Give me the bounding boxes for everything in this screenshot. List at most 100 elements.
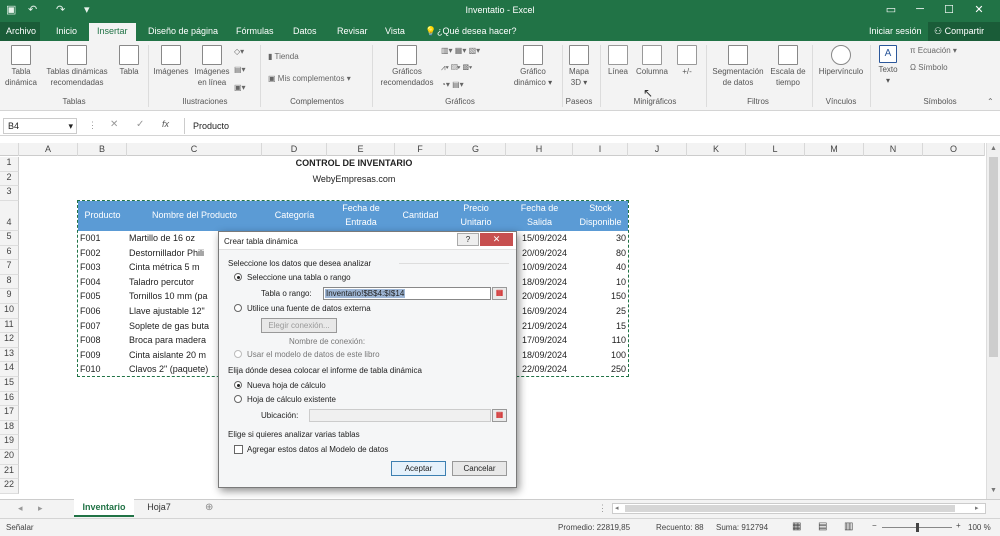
sparkline-linea-button[interactable]: Línea: [604, 45, 632, 77]
zoom-level[interactable]: 100 %: [968, 523, 991, 532]
cell-fecha-salida[interactable]: 22/09/2024: [522, 364, 567, 374]
signin-link[interactable]: Iniciar sesión: [869, 26, 922, 36]
sheet-tab-hoja7[interactable]: Hoja7: [138, 502, 180, 512]
cell-codigo[interactable]: F006: [80, 306, 101, 316]
zoom-handle[interactable]: [916, 523, 919, 532]
row-header[interactable]: 15: [0, 377, 19, 392]
column-chart-icon[interactable]: ▥▾ ▦▾ ▧▾: [441, 46, 480, 55]
page-break-icon[interactable]: ▥: [844, 521, 853, 532]
tab-archivo[interactable]: Archivo: [0, 22, 40, 41]
range-input[interactable]: Inventario!$B$4:$I$14: [323, 287, 491, 300]
cell-stock[interactable]: 40: [573, 262, 626, 272]
ribbon-display-icon[interactable]: ▭: [882, 3, 900, 16]
scroll-down-icon[interactable]: ▼: [990, 487, 997, 494]
smartart-icon[interactable]: ▤▾: [234, 65, 246, 74]
insert-function-icon[interactable]: fx: [162, 119, 169, 129]
collapse-ribbon-icon[interactable]: ⌃: [987, 97, 994, 106]
graficos-recomendados-button[interactable]: Gráficos recomendados: [376, 45, 438, 88]
row-header[interactable]: 6: [0, 245, 19, 261]
horizontal-scrollbar[interactable]: ◂ ▸: [612, 503, 986, 514]
column-header[interactable]: K: [687, 143, 746, 156]
tabla-dinamica-button[interactable]: Tabla dinámica: [4, 45, 38, 88]
hscroll-thumb[interactable]: [625, 505, 955, 512]
scroll-right-icon[interactable]: ▸: [975, 504, 979, 512]
collapse-range-button[interactable]: ▦: [492, 287, 507, 300]
simbolo-button[interactable]: Ω Símbolo: [910, 63, 948, 72]
splitter-icon[interactable]: ⋮: [598, 503, 607, 514]
dialog-close-button[interactable]: ✕: [480, 233, 513, 246]
row-header[interactable]: 16: [0, 391, 19, 407]
cell-nombre[interactable]: Soplete de gas buta: [129, 321, 224, 331]
accept-button[interactable]: Aceptar: [391, 461, 446, 476]
cell-stock[interactable]: 100: [573, 350, 626, 360]
cell-stock[interactable]: 250: [573, 364, 626, 374]
scrollbar-thumb[interactable]: [989, 157, 998, 357]
cell-codigo[interactable]: F004: [80, 277, 101, 287]
imagenes-button[interactable]: Imágenes: [151, 45, 191, 77]
shapes-icon[interactable]: ◇▾: [234, 47, 244, 56]
column-header[interactable]: J: [628, 143, 687, 156]
cell-nombre[interactable]: Clavos 2" (paquete): [129, 364, 224, 374]
tab-diseno-pagina[interactable]: Diseño de página: [148, 26, 218, 36]
tab-datos[interactable]: Datos: [293, 26, 317, 36]
row-header[interactable]: 8: [0, 274, 19, 290]
cell-stock[interactable]: 10: [573, 277, 626, 287]
cell-fecha-salida[interactable]: 21/09/2024: [522, 321, 567, 331]
cell-codigo[interactable]: F003: [80, 262, 101, 272]
row-header[interactable]: 4: [0, 200, 19, 231]
cell-nombre[interactable]: Taladro percutor: [129, 277, 224, 287]
normal-view-icon[interactable]: ▦: [792, 521, 801, 532]
minimize-icon[interactable]: ─: [911, 3, 929, 15]
row-header[interactable]: 5: [0, 231, 19, 246]
formula-input[interactable]: Producto: [184, 118, 996, 134]
next-sheet-icon[interactable]: ▸: [38, 503, 43, 514]
cell-codigo[interactable]: F002: [80, 248, 101, 258]
row-header[interactable]: 1: [0, 157, 19, 172]
cell-nombre[interactable]: Tornillos 10 mm (pa: [129, 291, 224, 301]
tell-me-input[interactable]: ¿Qué desea hacer?: [437, 26, 517, 36]
radio-select-range[interactable]: [234, 273, 242, 281]
add-model-checkbox[interactable]: [234, 445, 243, 454]
row-header[interactable]: 22: [0, 479, 19, 494]
row-header[interactable]: 2: [0, 171, 19, 187]
tab-formulas[interactable]: Fórmulas: [236, 26, 274, 36]
line-chart-icon[interactable]: ⩘▾ ▨▾ ▩▾: [441, 63, 472, 73]
cell-nombre[interactable]: Martillo de 16 oz: [129, 233, 224, 243]
cell-nombre[interactable]: Broca para madera: [129, 335, 224, 345]
row-header[interactable]: 11: [0, 318, 19, 334]
radio-existing-sheet[interactable]: [234, 395, 242, 403]
radio-external-source[interactable]: [234, 304, 242, 312]
scroll-up-icon[interactable]: ▲: [990, 145, 997, 152]
escala-tiempo-button[interactable]: Escala de tiempo: [768, 45, 808, 88]
row-header[interactable]: 19: [0, 435, 19, 450]
row-header[interactable]: 9: [0, 289, 19, 304]
tablas-recomendadas-button[interactable]: Tablas dinámicas recomendadas: [42, 45, 112, 88]
imagenes-en-linea-button[interactable]: Imágenes en línea: [193, 45, 231, 88]
cell-fecha-salida[interactable]: 20/09/2024: [522, 291, 567, 301]
scroll-left-icon[interactable]: ◂: [615, 504, 619, 512]
row-header[interactable]: 13: [0, 347, 19, 363]
column-header[interactable]: M: [805, 143, 864, 156]
name-box[interactable]: B4 ▾: [3, 118, 77, 134]
mis-complementos-button[interactable]: ▣ Mis complementos ▾: [268, 74, 351, 83]
row-header[interactable]: 17: [0, 406, 19, 421]
mapa-3d-button[interactable]: Mapa 3D ▾: [565, 45, 593, 88]
cell-codigo[interactable]: F001: [80, 233, 101, 243]
cell-nombre[interactable]: Cinta métrica 5 m: [129, 262, 224, 272]
cell-stock[interactable]: 150: [573, 291, 626, 301]
cell-codigo[interactable]: F007: [80, 321, 101, 331]
row-header[interactable]: 7: [0, 260, 19, 275]
sparkline-winloss-button[interactable]: +/-: [674, 45, 700, 77]
column-header[interactable]: H: [506, 143, 573, 156]
page-layout-icon[interactable]: ▤: [818, 521, 827, 532]
radio-data-model[interactable]: [234, 350, 242, 358]
pie-chart-icon[interactable]: ◔▾ ▤▾: [441, 80, 464, 89]
ecuacion-button[interactable]: π Ecuación ▾: [910, 46, 957, 55]
cell-stock[interactable]: 15: [573, 321, 626, 331]
prev-sheet-icon[interactable]: ◂: [18, 503, 23, 514]
cell-codigo[interactable]: F008: [80, 335, 101, 345]
column-header[interactable]: E: [327, 143, 395, 156]
maximize-icon[interactable]: ☐: [940, 3, 958, 16]
tienda-button[interactable]: ▮ Tienda: [268, 52, 299, 61]
column-header[interactable]: F: [395, 143, 446, 156]
